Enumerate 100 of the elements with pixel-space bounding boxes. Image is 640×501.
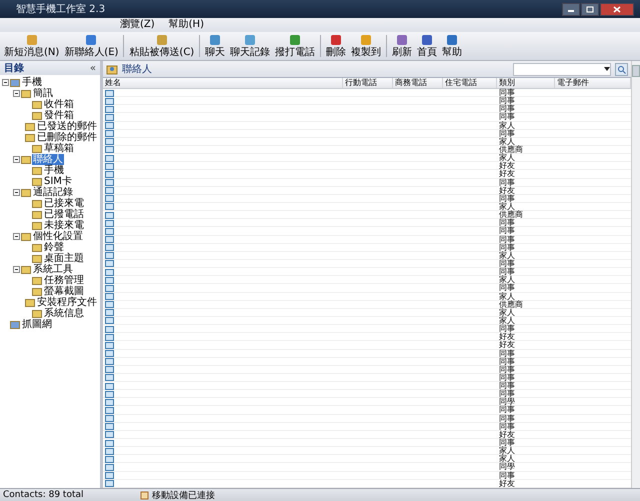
table-cell-text: 同事 [498, 439, 516, 448]
toolbar-button[interactable]: 新聯絡人(E) [62, 34, 120, 58]
table-cell-text: 同事 [498, 382, 516, 390]
tree-item[interactable]: SIM卡 [43, 176, 73, 187]
toolbar-button[interactable]: 首頁 [415, 34, 440, 58]
close-button[interactable] [600, 2, 634, 16]
toolbar-button[interactable]: 幫助 [440, 34, 464, 58]
minimize-button[interactable] [562, 2, 580, 16]
toolbar-button[interactable]: 複製到 [349, 34, 384, 58]
table-cell-text: 同學 [498, 463, 516, 472]
table-cell-text: 供應商 [498, 146, 524, 154]
tree-item[interactable]: 已接來電 [43, 198, 85, 209]
tree-item[interactable]: 已刪除的郵件 [36, 132, 98, 143]
table-cell-text: 好友 [498, 341, 516, 350]
toolbar-button[interactable]: 刷新 [390, 34, 414, 58]
collapse-button[interactable]: « [90, 62, 96, 74]
toolbar-icon [396, 34, 408, 46]
menu-item[interactable]: 瀏覽(Z) [120, 19, 155, 31]
tree-item[interactable]: 草稿箱 [43, 143, 75, 154]
tree-item[interactable]: 聯絡人 [32, 154, 64, 165]
close-icon [613, 6, 621, 12]
column-header[interactable]: 行動電話 [343, 78, 393, 88]
menu-item[interactable]: 幫助(H) [168, 19, 204, 31]
table-cell-text: 同事 [498, 130, 516, 138]
toolbar-button[interactable]: 撥打電話 [273, 34, 318, 58]
content-title: 聯絡人 [122, 63, 152, 76]
toolbar-button[interactable]: 聊天 [203, 34, 228, 58]
table-cell-text: 同事 [498, 219, 516, 228]
table-cell-text: 同事 [498, 325, 516, 334]
table-cell-text: 家人 [498, 292, 515, 301]
tree-item[interactable]: 桌面主題 [43, 253, 85, 264]
column-header[interactable]: 商務電話 [393, 78, 443, 88]
toolbar-button[interactable]: 聊天記錄 [228, 34, 272, 58]
tree-item[interactable]: 已發送的郵件 [36, 121, 98, 132]
tree-item[interactable]: 手機 [21, 77, 43, 88]
table-cell-text: 家人 [498, 138, 515, 146]
tree-item[interactable]: 鈴聲 [43, 242, 65, 253]
maximize-button[interactable] [581, 2, 599, 16]
column-header[interactable]: 類別 [497, 78, 555, 88]
collapse-toggle[interactable] [13, 189, 20, 196]
tree-item[interactable]: 簡訊 [32, 88, 54, 99]
table-cell-text: 同事 [498, 97, 516, 106]
table-cell-text: 家人 [498, 447, 516, 456]
table-cell-text: 同事 [498, 472, 516, 480]
tree-item[interactable]: 系統工具 [32, 264, 74, 275]
table-cell-text: 同事 [498, 89, 516, 97]
table-cell-text: 同事 [498, 366, 516, 374]
collapse-toggle[interactable] [13, 233, 20, 240]
window-title: 智慧手機工作室 2.3 [16, 2, 106, 16]
column-header[interactable]: 姓名 [103, 78, 343, 88]
maximize-icon [586, 6, 594, 12]
contacts-icon [106, 64, 118, 74]
table-cell-text: 同事 [498, 350, 516, 358]
collapse-toggle[interactable] [2, 79, 9, 86]
tree-item[interactable]: 未接來電 [43, 220, 85, 231]
tree-item[interactable]: 抓圖網 [21, 319, 53, 330]
tree-item[interactable]: 已撥電話 [43, 209, 85, 220]
search-button[interactable] [615, 62, 628, 76]
column-header[interactable]: 住宅電話 [443, 78, 497, 88]
tree-item[interactable]: 手機 [43, 165, 65, 176]
tree-item[interactable]: 系統信息 [43, 308, 85, 319]
tree-item[interactable]: 收件箱 [43, 99, 75, 110]
tree-item[interactable]: 螢幕截圖 [43, 286, 85, 297]
table-cell-text: 好友 [498, 162, 516, 170]
tree-item[interactable]: 通話記錄 [32, 187, 74, 198]
toolbar-icon [360, 34, 372, 46]
toolbar-button[interactable]: 刪除 [324, 34, 348, 58]
table-cell-text: 供應商 [498, 300, 524, 309]
table-cell-text: 好友 [498, 333, 516, 342]
collapse-toggle[interactable] [13, 90, 20, 97]
table-cell-text: 同學 [498, 398, 516, 406]
table-cell-text: 好友 [498, 430, 516, 439]
tree-item[interactable]: 發件箱 [43, 110, 75, 121]
dropdown-arrow-icon [604, 67, 610, 71]
table-cell-text: 供應商 [498, 211, 524, 220]
folder-icon [10, 320, 20, 329]
tree-item[interactable]: 安裝程序文件 [36, 297, 98, 308]
toolbar-icon [446, 34, 458, 46]
toolbar-icon [244, 34, 256, 46]
toolbar-button[interactable]: 粘貼被傳送(C) [127, 34, 196, 58]
table-cell-text: 同事 [498, 113, 516, 122]
toolbar-icon [156, 34, 168, 46]
table-cell-text: 家人 [498, 202, 515, 211]
toolbar-icon [85, 34, 98, 46]
toolbar-button[interactable]: 新短消息(N) [2, 34, 62, 58]
table-cell-text: 家人 [498, 276, 516, 284]
table-cell-text: 同事 [498, 374, 516, 382]
search-field[interactable] [513, 62, 611, 76]
tree-item[interactable]: 個性化設置 [32, 231, 84, 242]
search-icon [617, 64, 626, 74]
device-icon [140, 490, 149, 500]
sidebar-title: 目錄 [4, 62, 24, 75]
table-cell-text: 同事 [498, 284, 516, 292]
scrollbar[interactable] [631, 61, 640, 488]
table-cell-text: 同事 [498, 178, 516, 187]
collapse-toggle[interactable] [13, 266, 20, 273]
table-cell-text: 家人 [498, 154, 516, 162]
collapse-toggle[interactable] [13, 156, 20, 163]
contact-count: Contacts: 89 total [3, 490, 84, 500]
tree-item[interactable]: 任務管理 [43, 275, 85, 286]
